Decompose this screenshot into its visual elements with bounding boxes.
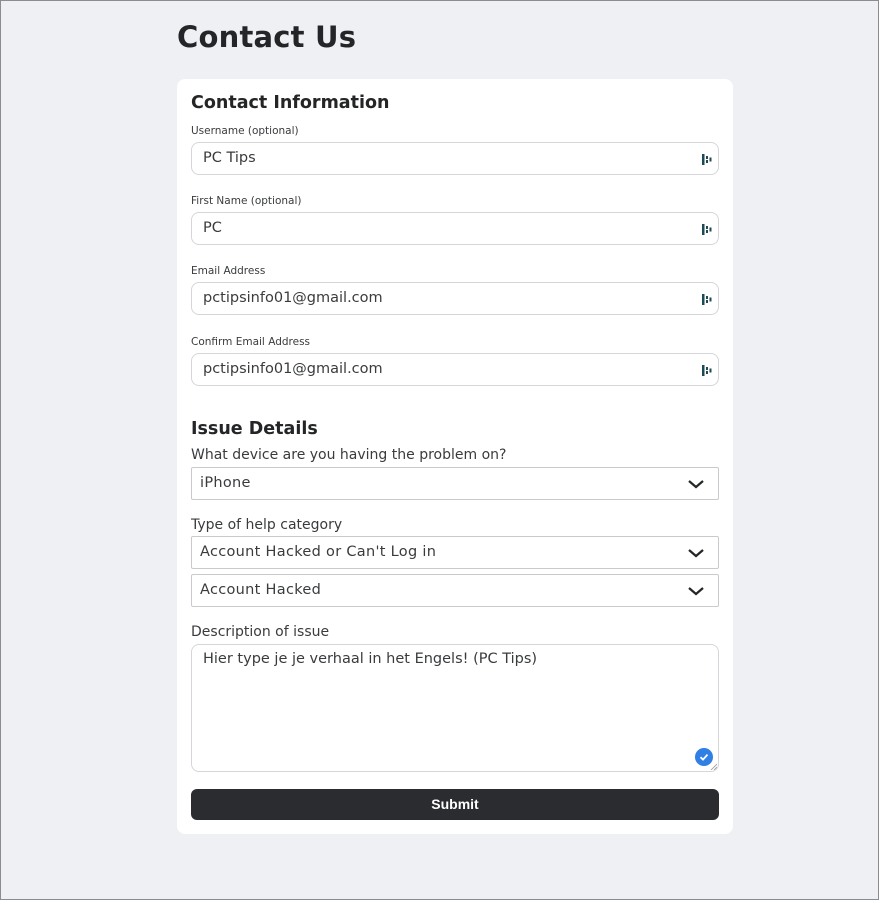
password-manager-icon[interactable] — [701, 223, 713, 236]
username-input[interactable]: PC Tips — [191, 142, 719, 175]
password-manager-icon[interactable] — [701, 293, 713, 306]
chevron-down-icon — [688, 587, 704, 596]
email-label: Email Address — [191, 265, 266, 277]
category-selected-value: Account Hacked or Can't Log in — [200, 544, 437, 560]
first-name-value: PC — [203, 220, 222, 236]
device-label: What device are you having the problem o… — [191, 447, 507, 463]
device-selected-value: iPhone — [200, 475, 251, 491]
category-select[interactable]: Account Hacked or Can't Log in — [191, 536, 719, 569]
password-manager-icon[interactable] — [701, 153, 713, 166]
password-manager-icon[interactable] — [701, 364, 713, 377]
chevron-down-icon — [688, 480, 704, 489]
submit-button[interactable]: Submit — [191, 789, 719, 820]
contact-information-heading: Contact Information — [191, 93, 390, 113]
confirm-email-input[interactable]: pctipsinfo01@gmail.com — [191, 353, 719, 386]
confirm-email-value: pctipsinfo01@gmail.com — [203, 361, 383, 377]
first-name-input[interactable]: PC — [191, 212, 719, 245]
email-value: pctipsinfo01@gmail.com — [203, 290, 383, 306]
page-title: Contact Us — [177, 20, 357, 54]
description-value: Hier type je je verhaal in het Engels! (… — [203, 651, 538, 667]
chevron-down-icon — [688, 549, 704, 558]
description-textarea[interactable]: Hier type je je verhaal in het Engels! (… — [191, 644, 719, 772]
username-value: PC Tips — [203, 150, 256, 166]
confirm-email-label: Confirm Email Address — [191, 336, 311, 348]
issue-details-heading: Issue Details — [191, 419, 318, 439]
first-name-label: First Name (optional) — [191, 195, 302, 207]
device-select[interactable]: iPhone — [191, 467, 719, 500]
email-input[interactable]: pctipsinfo01@gmail.com — [191, 282, 719, 315]
resize-handle-icon[interactable] — [710, 763, 717, 770]
category-label: Type of help category — [191, 517, 343, 533]
subcategory-select[interactable]: Account Hacked — [191, 574, 719, 607]
contact-form-card: Contact Information Username (optional) … — [177, 79, 733, 834]
subcategory-selected-value: Account Hacked — [200, 582, 322, 598]
username-label: Username (optional) — [191, 125, 299, 137]
description-label: Description of issue — [191, 624, 330, 640]
